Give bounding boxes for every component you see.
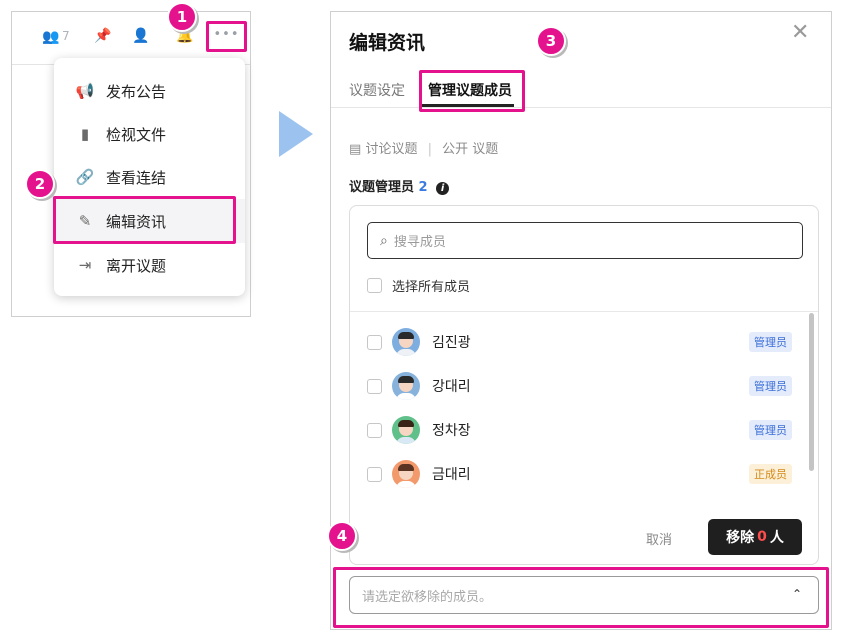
topic-panel: 👥 7 📌 👤 🔔 ••• 📢 发布公告 ▮ 检视文件 🔗 查看连结 ✎ 编辑资… [11, 11, 251, 317]
member-count: 7 [62, 29, 70, 43]
role-badge: 管理员 [749, 420, 792, 440]
manage-members-highlight [419, 70, 525, 112]
chat-icon: ▤ [349, 142, 362, 157]
edit-info-highlight [53, 196, 236, 244]
menu-item-label: 检视文件 [106, 125, 167, 144]
cancel-button[interactable]: 取消 [646, 529, 672, 548]
topic-type: 讨论议题 [365, 142, 418, 157]
more-menu: 📢 发布公告 ▮ 检视文件 🔗 查看连结 ✎ 编辑资讯 ⇥ 离开议题 [54, 58, 245, 296]
admin-count: 2 [418, 180, 428, 195]
avatar [392, 328, 420, 356]
separator: | [427, 142, 432, 157]
users-icon[interactable]: 👥 [42, 29, 59, 45]
step-badge-1: 1 [167, 2, 197, 32]
select-all-checkbox[interactable] [367, 278, 382, 293]
admin-label-text: 议题管理员 [349, 180, 415, 195]
menu-item-label: 发布公告 [106, 82, 167, 101]
avatar [392, 460, 420, 488]
chevron-up-icon: ⌃ [791, 587, 802, 601]
search-icon: ⌕ [380, 232, 388, 249]
tabs-divider [331, 107, 831, 108]
select-all-row[interactable]: 选择所有成员 [367, 276, 470, 295]
dialog-title: 编辑资讯 [349, 32, 426, 54]
member-checkbox[interactable] [367, 334, 382, 350]
member-checkbox[interactable] [367, 422, 382, 438]
members-list-box: ⌕ 搜寻成员 选择所有成员 김진광 管理员 강대리 管理员 정차장 管理员 금대… [349, 205, 819, 565]
role-badge: 管理员 [749, 332, 792, 352]
exit-icon: ⇥ [78, 256, 92, 274]
step-badge-3: 3 [536, 26, 566, 56]
remove-member-select[interactable]: 请选定欲移除的成员。 ⌃ [349, 576, 819, 614]
remove-suffix: 人 [769, 530, 784, 546]
role-badge: 正成员 [749, 464, 792, 484]
search-input[interactable]: ⌕ 搜寻成员 [367, 222, 803, 259]
close-icon[interactable]: ✕ [791, 20, 809, 45]
pin-icon[interactable]: 📌 [94, 28, 111, 44]
member-row[interactable]: 금대리 正成员 [367, 452, 792, 496]
step-badge-2: 2 [25, 169, 55, 199]
tab-topic-settings[interactable]: 议题设定 [349, 80, 405, 100]
member-row[interactable]: 김진광 管理员 [367, 320, 792, 364]
info-icon[interactable]: i [436, 182, 450, 195]
menu-item-label: 离开议题 [106, 256, 167, 275]
topic-type-info: ▤ 讨论议题 | 公开 议题 [349, 138, 498, 157]
remove-members-button[interactable]: 移除 0 人 [708, 519, 802, 555]
member-row[interactable]: 강대리 管理员 [367, 364, 792, 408]
menu-item-leave[interactable]: ⇥ 离开议题 [54, 243, 245, 287]
topic-visibility: 公开 议题 [442, 142, 499, 157]
member-name: 김진광 [432, 335, 471, 351]
role-badge: 管理员 [749, 376, 792, 396]
list-scrollbar[interactable] [809, 313, 814, 471]
admin-label: 议题管理员 2 i [349, 176, 450, 195]
add-user-icon[interactable]: 👤 [132, 28, 149, 44]
more-button-highlight: ••• [206, 21, 247, 52]
menu-item-view-files[interactable]: ▮ 检视文件 [54, 112, 245, 156]
step-badge-4: 4 [327, 521, 357, 551]
select-all-label: 选择所有成员 [392, 280, 471, 295]
member-name: 강대리 [432, 379, 471, 395]
remove-select-placeholder: 请选定欲移除的成员。 [362, 589, 493, 605]
arrow-right-icon [279, 111, 313, 157]
menu-item-announce[interactable]: 📢 发布公告 [54, 69, 245, 113]
menu-item-label: 查看连结 [106, 168, 167, 187]
link-icon: 🔗 [75, 168, 95, 186]
member-name: 금대리 [432, 467, 471, 483]
search-placeholder: 搜寻成员 [393, 235, 446, 250]
member-checkbox[interactable] [367, 466, 382, 482]
megaphone-icon: 📢 [75, 82, 95, 100]
more-icon[interactable]: ••• [209, 27, 244, 42]
member-checkbox[interactable] [367, 378, 382, 394]
menu-item-view-links[interactable]: 🔗 查看连结 [54, 155, 245, 199]
edit-info-dialog: 编辑资讯 ✕ 议题设定 管理议题成员 ▤ 讨论议题 | 公开 议题 议题管理员 … [330, 11, 832, 630]
list-divider [350, 311, 818, 312]
member-row[interactable]: 정차장 管理员 [367, 408, 792, 452]
avatar [392, 416, 420, 444]
remove-prefix: 移除 [726, 530, 755, 546]
member-name: 정차장 [432, 423, 471, 439]
file-icon: ▮ [80, 125, 90, 143]
remove-count: 0 [757, 529, 767, 545]
avatar [392, 372, 420, 400]
